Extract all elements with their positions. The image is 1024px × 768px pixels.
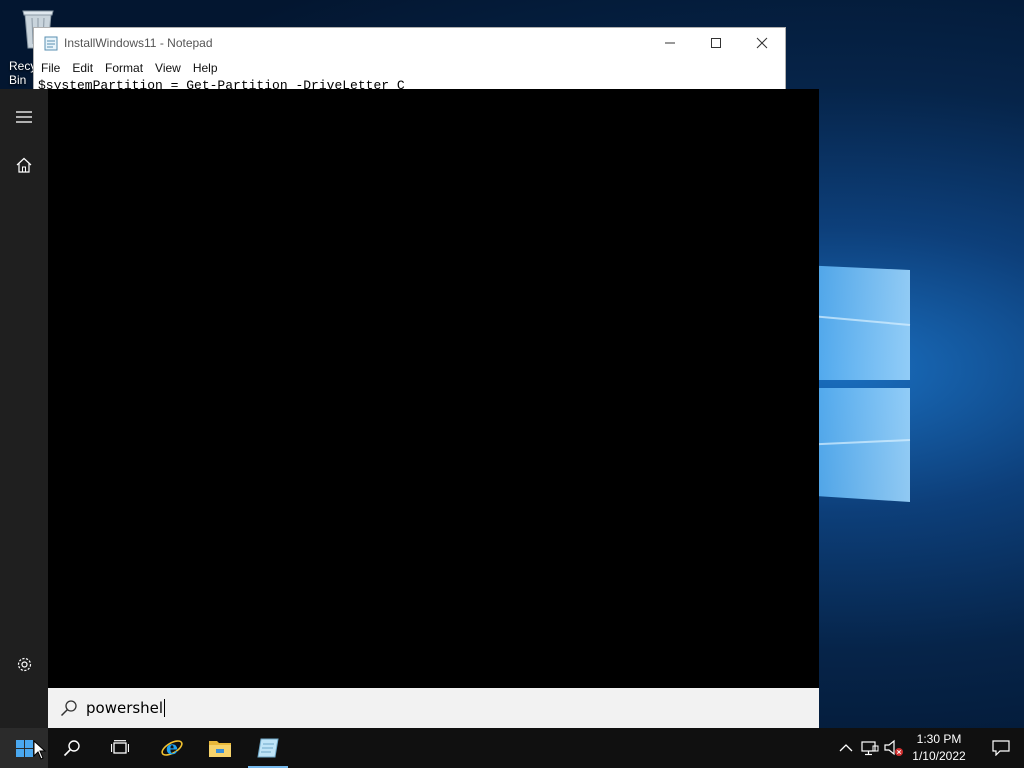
show-hidden-icons-button[interactable] (836, 738, 856, 758)
start-menu: powershel (0, 89, 819, 728)
folder-icon (209, 741, 231, 757)
settings-button[interactable] (0, 644, 48, 684)
action-center-button[interactable] (978, 728, 1024, 768)
notepad-icon (44, 36, 58, 51)
clock-date: 1/10/2022 (912, 749, 966, 763)
taskbar: e 1:30 PM 1/10/2022 (0, 728, 1024, 768)
volume-button[interactable] (884, 738, 904, 758)
desktop: Recycle Bin InstallWindows11 - Notepad F… (0, 0, 1024, 768)
internet-explorer-icon: e (161, 737, 183, 759)
start-menu-rail (0, 89, 48, 728)
search-button[interactable] (48, 728, 96, 768)
close-icon (756, 37, 768, 49)
network-button[interactable] (860, 738, 880, 758)
notepad-titlebar[interactable]: InstallWindows11 - Notepad (34, 28, 785, 58)
chevron-up-icon (839, 744, 853, 752)
task-view-icon (111, 740, 129, 754)
settings-gear-icon (17, 657, 31, 671)
search-icon (63, 740, 80, 757)
internet-explorer-button[interactable]: e (148, 728, 196, 768)
file-explorer-button[interactable] (196, 728, 244, 768)
maximize-button[interactable] (693, 28, 739, 58)
notepad-icon (257, 738, 279, 758)
mouse-cursor-icon (33, 740, 47, 760)
clock-time: 1:30 PM (916, 732, 962, 746)
windows-logo-icon (15, 739, 33, 757)
hamburger-menu-icon (16, 111, 32, 123)
maximize-icon (711, 38, 721, 48)
close-button[interactable] (739, 28, 785, 58)
menu-help[interactable]: Help (189, 61, 222, 75)
notification-icon (992, 740, 1010, 756)
home-icon (16, 157, 32, 173)
network-icon (861, 741, 879, 756)
start-search-box[interactable]: powershel (48, 688, 819, 728)
home-button[interactable] (0, 145, 48, 185)
search-input[interactable]: powershel (86, 699, 163, 717)
minimize-button[interactable] (647, 28, 693, 58)
notepad-menubar: File Edit Format View Help (34, 58, 785, 78)
minimize-icon (665, 42, 675, 44)
system-clock[interactable]: 1:30 PM 1/10/2022 (902, 731, 976, 765)
text-caret (164, 699, 166, 718)
search-icon (60, 700, 77, 717)
notepad-window[interactable]: InstallWindows11 - Notepad File Edit For… (33, 27, 786, 90)
menu-format[interactable]: Format (101, 61, 147, 75)
menu-edit[interactable]: Edit (68, 61, 97, 75)
menu-file[interactable]: File (37, 61, 64, 75)
notepad-taskbar-button[interactable] (244, 728, 292, 768)
menu-view[interactable]: View (151, 61, 185, 75)
volume-muted-icon (884, 739, 903, 756)
task-view-button[interactable] (96, 728, 144, 768)
svg-text:e: e (166, 737, 178, 759)
expand-menu-button[interactable] (0, 97, 48, 137)
notepad-title: InstallWindows11 - Notepad (64, 36, 213, 50)
